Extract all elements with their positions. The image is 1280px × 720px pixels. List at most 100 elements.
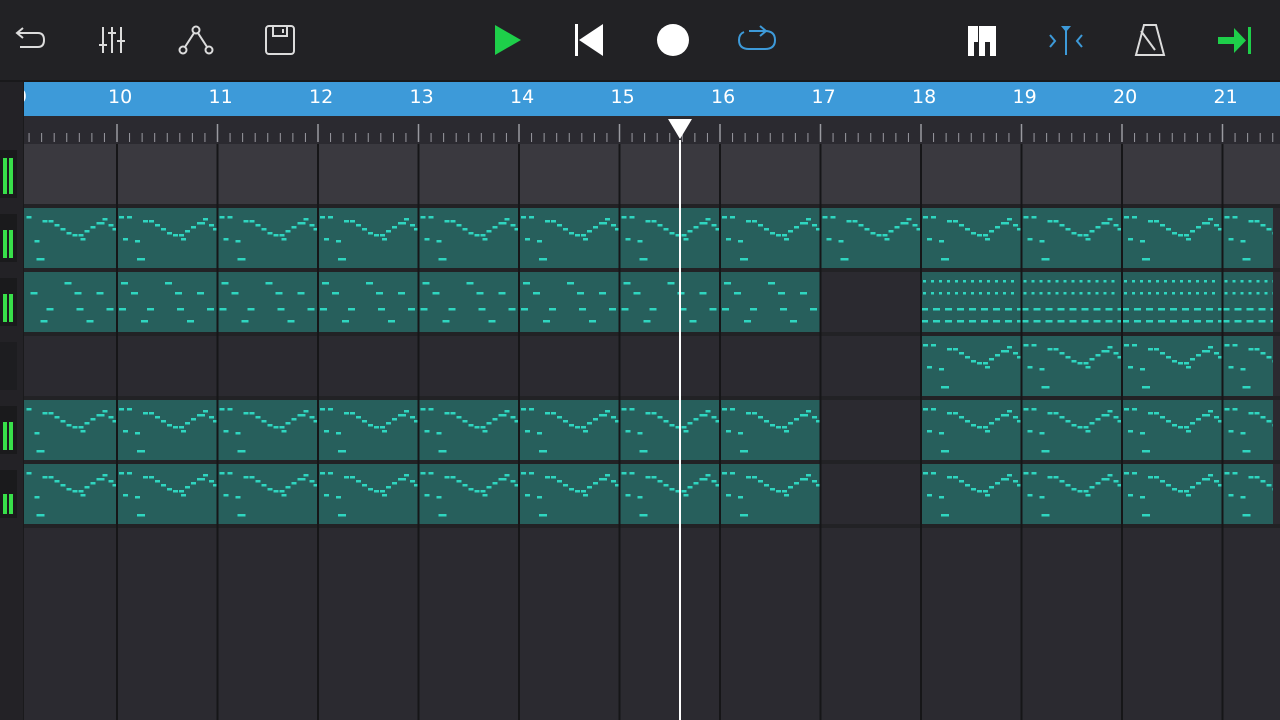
midi-note [933, 308, 940, 311]
midi-note [1212, 280, 1215, 283]
midi-note [438, 258, 447, 261]
midi-note [197, 292, 204, 295]
mixer-button[interactable] [90, 18, 134, 62]
midi-note [135, 240, 140, 243]
midi-note [979, 292, 982, 295]
midi-note [557, 416, 562, 419]
undo-button[interactable] [6, 18, 50, 62]
midi-note [281, 494, 287, 497]
lane-track-3[interactable] [24, 272, 1280, 332]
midi-note [1228, 366, 1234, 369]
midi-note [1148, 412, 1153, 415]
lane-track-1[interactable] [24, 144, 1280, 204]
lane-track-5[interactable] [24, 400, 1280, 460]
midi-note [1266, 484, 1272, 487]
midi-note [1224, 216, 1230, 219]
midi-note [931, 408, 936, 411]
midi-note [882, 234, 888, 237]
midi-note [1242, 386, 1251, 389]
midi-note [649, 308, 657, 311]
metronome-button[interactable] [1128, 18, 1172, 62]
track-lanes[interactable] [24, 144, 1280, 720]
level-meter[interactable] [0, 214, 17, 262]
playhead-line[interactable] [678, 140, 681, 720]
midi-note [1017, 484, 1022, 487]
midi-note [1184, 234, 1189, 237]
automation-button[interactable] [174, 18, 218, 62]
midi-region[interactable] [24, 208, 1273, 268]
midi-region[interactable] [24, 400, 821, 460]
midi-note [510, 224, 516, 227]
lane-track-6[interactable] [24, 464, 1280, 524]
midi-note [941, 258, 949, 261]
midi-note [1027, 430, 1033, 433]
loop-button[interactable] [735, 18, 779, 62]
midi-note [939, 432, 944, 435]
midi-note [621, 216, 627, 219]
midi-note [947, 412, 952, 415]
midi-note [1228, 494, 1234, 497]
midi-note [816, 228, 821, 231]
midi-notes [26, 408, 821, 453]
midi-note [615, 484, 620, 487]
midi-note [669, 488, 675, 491]
piano-keys-button[interactable] [960, 18, 1004, 62]
midi-note [474, 234, 480, 237]
midi-note [1140, 292, 1143, 295]
midi-note [629, 408, 635, 411]
midi-note [1071, 280, 1075, 283]
midi-region[interactable] [921, 464, 1273, 524]
level-meter[interactable] [0, 342, 17, 390]
record-button[interactable] [651, 18, 695, 62]
midi-note [1031, 280, 1035, 283]
midi-note [488, 320, 496, 323]
midi-note [945, 308, 952, 311]
midi-note [1128, 494, 1133, 497]
midi-note [800, 222, 808, 225]
midi-note [442, 320, 450, 323]
midi-note [1148, 348, 1153, 351]
midi-note [927, 494, 932, 497]
playhead-marker[interactable] [667, 118, 693, 140]
midi-note [923, 408, 928, 411]
midi-note [1208, 410, 1213, 413]
midi-note [237, 258, 246, 261]
level-meter[interactable] [0, 278, 17, 326]
level-meter[interactable] [0, 470, 17, 518]
lane-track-2[interactable] [24, 208, 1280, 268]
snap-button[interactable] [1044, 18, 1088, 62]
midi-note [953, 476, 958, 479]
midi-note [161, 484, 166, 487]
midi-note [715, 484, 721, 487]
timeline-ruler[interactable]: 9 10 11 12 13 14 15 16 17 18 19 20 21 [24, 82, 1280, 116]
midi-note [297, 414, 306, 417]
bar-number-11: 11 [208, 86, 233, 108]
midi-note [923, 344, 928, 347]
midi-note [149, 476, 154, 479]
beat-tick-row[interactable] [24, 116, 1280, 144]
midi-note [1023, 280, 1027, 283]
midi-note [551, 412, 556, 415]
midi-region[interactable] [24, 272, 821, 332]
midi-note [1224, 280, 1228, 283]
midi-note [78, 426, 84, 429]
midi-region[interactable] [921, 272, 1273, 332]
midi-note [1103, 280, 1107, 283]
midi-region[interactable] [24, 464, 821, 524]
midi-note [474, 426, 480, 429]
level-meter[interactable] [0, 406, 17, 454]
midi-note [927, 238, 932, 241]
midi-note [1260, 480, 1266, 483]
midi-note [637, 496, 643, 499]
midi-note [1172, 488, 1177, 491]
midi-note [1258, 320, 1266, 323]
save-button[interactable] [258, 18, 302, 62]
rewind-button[interactable] [567, 18, 611, 62]
midi-note [498, 478, 507, 481]
level-meter[interactable] [0, 150, 17, 198]
midi-region[interactable] [921, 400, 1273, 460]
lane-track-4[interactable] [24, 336, 1280, 396]
follow-playhead-button[interactable] [1212, 18, 1256, 62]
play-button[interactable] [484, 18, 528, 62]
midi-region[interactable] [921, 336, 1273, 396]
